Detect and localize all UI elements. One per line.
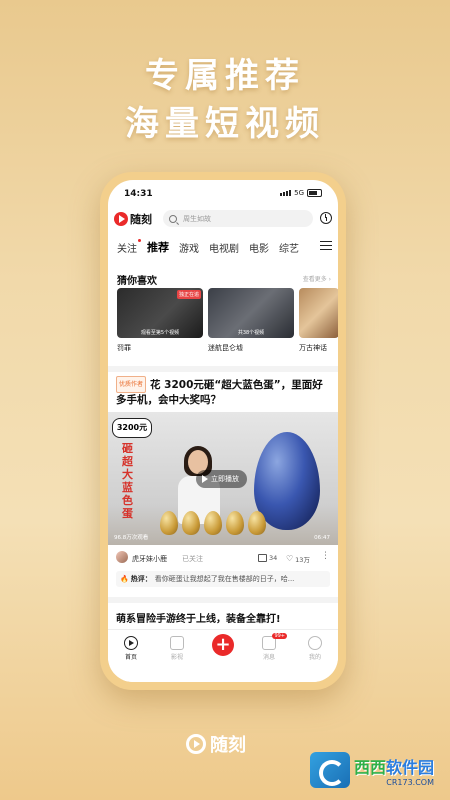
message-icon: 99+ bbox=[262, 633, 287, 650]
tab-profile[interactable]: 我的 bbox=[297, 636, 333, 661]
watermark-logo-icon bbox=[309, 752, 350, 788]
fire-icon: 🔥 bbox=[120, 575, 129, 583]
recommend-thumbs: 独正在追 观看至第5个视频 罚罪 共38个视频 迷航昆仑墟 万古神话 bbox=[117, 288, 338, 353]
watermark: 西西软件园 CR173.COM bbox=[309, 752, 434, 788]
promo-headline-2: 海量短视频 bbox=[125, 104, 325, 144]
film-icon bbox=[170, 636, 184, 650]
recommend-item[interactable]: 共38个视频 迷航昆仑墟 bbox=[208, 288, 294, 353]
thumb-caption: 万古神话 bbox=[299, 344, 327, 352]
watermark-url: CR173.COM bbox=[386, 777, 434, 787]
thumbnail: 独正在追 观看至第5个视频 bbox=[117, 288, 203, 338]
app-logo[interactable]: 随刻 bbox=[114, 211, 152, 227]
video-caption-art: 砸超大蓝色蛋 bbox=[122, 442, 133, 520]
tab-home[interactable]: 首页 bbox=[113, 636, 149, 661]
brand-logo-icon bbox=[186, 734, 206, 754]
price-sign: 3200元 bbox=[112, 418, 152, 438]
status-bar: 14:31 5G bbox=[108, 180, 338, 204]
history-icon[interactable] bbox=[320, 212, 332, 224]
search-placeholder: 周生如故 bbox=[183, 214, 211, 223]
app-header: 随刻 周生如故 bbox=[108, 206, 338, 232]
thumb-overlay: 共38个视频 bbox=[237, 330, 265, 336]
phone-mockup: 14:31 5G 随刻 周生如故 关注 推荐 游戏 电视剧 电影 综艺 猜你喜欢… bbox=[100, 172, 346, 690]
battery-icon bbox=[307, 189, 322, 197]
video-duration: 06:47 bbox=[314, 535, 330, 541]
status-time: 14:31 bbox=[124, 189, 153, 199]
plus-icon: + bbox=[212, 634, 234, 656]
thumb-caption: 迷航昆仑墟 bbox=[208, 344, 243, 352]
recommend-item[interactable]: 独正在追 观看至第5个视频 罚罪 bbox=[117, 288, 203, 353]
tab-recommend[interactable]: 推荐 bbox=[147, 239, 169, 255]
watermark-title: 西西软件园 bbox=[353, 757, 434, 777]
section-divider bbox=[108, 597, 338, 603]
channel-menu-icon[interactable] bbox=[320, 241, 332, 251]
see-more-link[interactable]: 查看更多 › bbox=[303, 274, 331, 283]
author-row: 虎牙妹小鹿 已关注 34 ♡ 13万 ⋮ bbox=[108, 548, 338, 568]
section-title: 猜你喜欢 bbox=[117, 276, 157, 287]
recommend-item[interactable]: 万古神话 bbox=[299, 288, 338, 353]
tab-film[interactable]: 影视 bbox=[159, 636, 195, 661]
play-icon bbox=[202, 475, 208, 483]
bottom-tab-bar: 首页 影视 + 99+ 消息 我的 bbox=[108, 629, 338, 682]
promo-headline-1: 专属推荐 bbox=[145, 56, 305, 96]
tab-games[interactable]: 游戏 bbox=[179, 240, 199, 255]
more-options-icon[interactable]: ⋮ bbox=[321, 551, 330, 561]
guess-you-like-section: 猜你喜欢 查看更多 › 独正在追 观看至第5个视频 罚罪 共38个视频 迷航昆仑… bbox=[108, 266, 338, 366]
app-name: 随刻 bbox=[130, 213, 152, 226]
video-player[interactable]: 3200元 砸超大蓝色蛋 立即播放 96.8万次观看 06:47 bbox=[108, 412, 338, 545]
app-screen: 14:31 5G 随刻 周生如故 关注 推荐 游戏 电视剧 电影 综艺 猜你喜欢… bbox=[108, 180, 338, 682]
brand-name: 随刻 bbox=[210, 735, 246, 756]
tab-tv-series[interactable]: 电视剧 bbox=[209, 240, 239, 255]
view-count: 96.8万次观看 bbox=[114, 535, 149, 541]
new-dot bbox=[138, 238, 141, 242]
tab-create[interactable]: + bbox=[205, 634, 241, 656]
profile-icon bbox=[308, 636, 322, 650]
author-name[interactable]: 虎牙妹小鹿 bbox=[132, 554, 167, 564]
status-icons: 5G bbox=[280, 189, 322, 197]
search-icon bbox=[169, 214, 177, 223]
unread-badge: 99+ bbox=[272, 633, 287, 639]
post-title-2[interactable]: 萌系冒险手游终于上线，装备全靠打! bbox=[116, 610, 281, 625]
brand-footer: 随刻 bbox=[186, 731, 246, 757]
play-button[interactable]: 立即播放 bbox=[196, 470, 247, 488]
category-tabs: 关注 推荐 游戏 电视剧 电影 综艺 bbox=[108, 236, 338, 258]
thumbnail: 共38个视频 bbox=[208, 288, 294, 338]
signal-icon bbox=[280, 190, 292, 196]
network-label: 5G bbox=[294, 189, 304, 197]
logo-icon bbox=[114, 212, 128, 226]
tab-follow[interactable]: 关注 bbox=[117, 238, 141, 255]
home-play-icon bbox=[124, 636, 138, 650]
comment-button[interactable]: 34 bbox=[258, 554, 277, 562]
post-title[interactable]: 优质作者花 3200元砸“超大蓝色蛋”，里面好多手机，会中大奖吗？ bbox=[116, 376, 330, 408]
like-button[interactable]: ♡ 13万 bbox=[286, 554, 310, 565]
tab-variety[interactable]: 综艺 bbox=[279, 240, 299, 255]
comment-icon bbox=[258, 554, 267, 562]
thumb-overlay: 观看至第5个视频 bbox=[140, 330, 180, 336]
thumb-caption: 罚罪 bbox=[117, 344, 131, 352]
search-input[interactable]: 周生如故 bbox=[163, 210, 313, 227]
golden-eggs bbox=[160, 511, 266, 535]
heart-icon: ♡ bbox=[286, 554, 294, 563]
follow-status[interactable]: 已关注 bbox=[182, 554, 203, 564]
watching-tag: 独正在追 bbox=[176, 290, 201, 299]
tab-messages[interactable]: 99+ 消息 bbox=[251, 633, 287, 661]
quality-author-badge: 优质作者 bbox=[116, 376, 147, 393]
section-divider bbox=[108, 366, 338, 372]
thumbnail bbox=[299, 288, 338, 338]
tab-movies[interactable]: 电影 bbox=[249, 240, 269, 255]
video-post: 优质作者花 3200元砸“超大蓝色蛋”，里面好多手机，会中大奖吗？ 3200元 … bbox=[108, 376, 338, 587]
avatar[interactable] bbox=[116, 551, 128, 563]
hot-comment[interactable]: 🔥 热评： 看你砸蛋让我想起了我在售楼部的日子，哈... bbox=[116, 571, 330, 587]
